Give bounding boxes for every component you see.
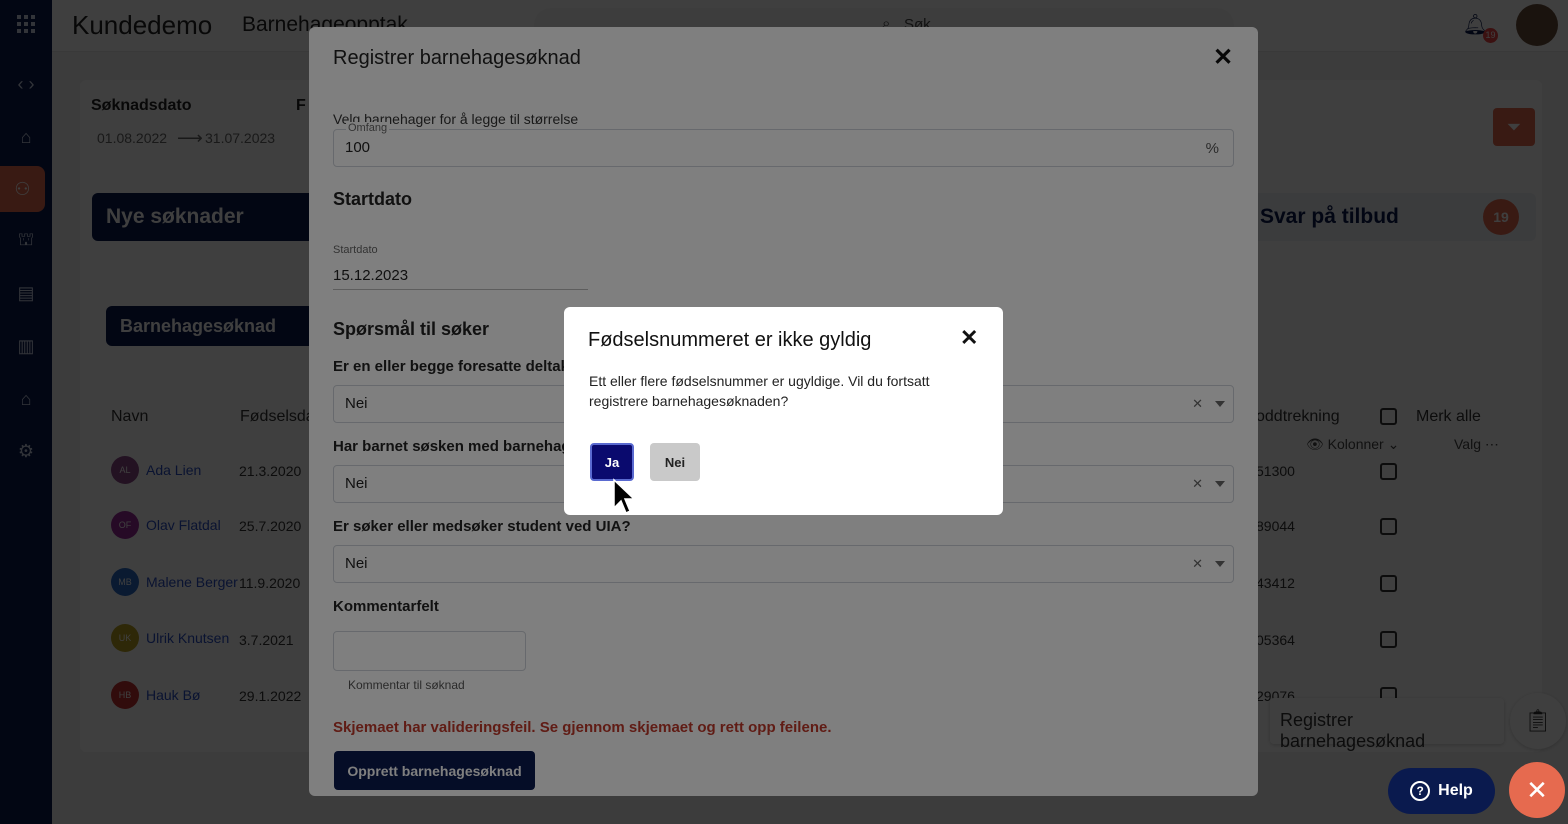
mouse-cursor-icon — [613, 478, 636, 515]
dialog-title: Fødselsnummeret er ikke gyldig — [588, 329, 872, 351]
no-button[interactable]: Nei — [650, 443, 700, 481]
no-label: Nei — [664, 454, 686, 470]
close-fab-icon[interactable]: ✕ — [1509, 762, 1565, 818]
help-button[interactable]: ? Help — [1388, 768, 1495, 814]
close-icon[interactable]: ✕ — [960, 325, 978, 351]
question-mark-icon: ? — [1410, 781, 1431, 801]
yes-button[interactable]: Ja — [590, 443, 634, 481]
yes-label: Ja — [604, 454, 620, 470]
help-label: Help — [1438, 782, 1473, 799]
dialog-message: Ett eller flere fødselsnummer er ugyldig… — [589, 373, 930, 409]
